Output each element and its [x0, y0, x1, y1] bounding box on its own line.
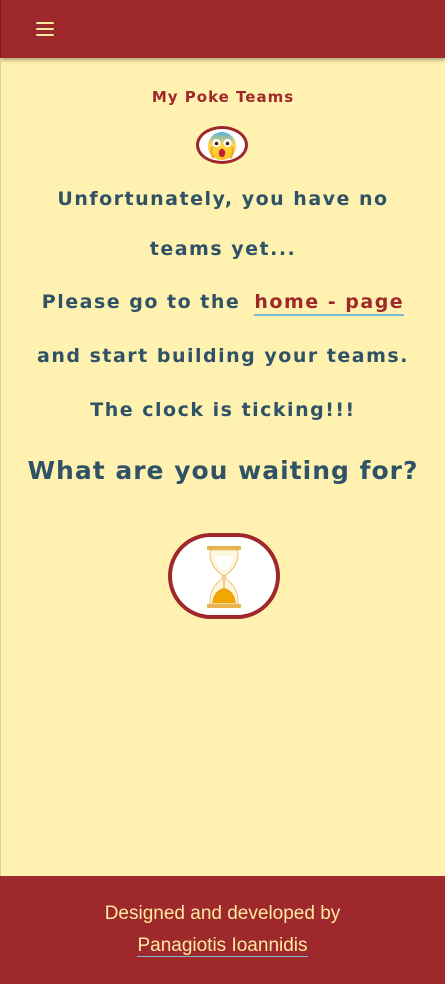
footer-credit-text: Designed and developed by — [104, 903, 341, 924]
emoji-badge — [196, 126, 248, 164]
screaming-face-emoji-icon — [208, 132, 236, 160]
hourglass-icon — [207, 546, 241, 608]
menu-bar-line — [36, 28, 54, 30]
top-app-bar — [0, 0, 445, 58]
hamburger-menu-icon[interactable] — [34, 19, 56, 39]
page-footer: Designed and developed by Panagiotis Ioa… — [0, 876, 445, 984]
author-link[interactable]: Panagiotis Ioannidis — [137, 935, 308, 957]
page-title: My Poke Teams — [151, 88, 295, 106]
message-line-6: What are you waiting for? — [27, 456, 419, 485]
message-line-2: teams yet... — [149, 238, 297, 260]
message-line-1: Unfortunately, you have no — [57, 188, 389, 210]
home-page-link[interactable]: home - page — [254, 291, 405, 316]
hourglass-badge — [168, 533, 280, 619]
menu-bar-line — [36, 34, 54, 36]
main-content: My Poke Teams Unfortunately, you have no… — [0, 58, 445, 876]
footer-author-line: Panagiotis Ioannidis — [0, 935, 445, 957]
message-line-5: The clock is ticking!!! — [90, 399, 356, 421]
menu-bar-line — [36, 22, 54, 24]
message-line-3-prefix: Please go to the — [41, 291, 241, 313]
message-line-3: Please go to the home - page — [1, 291, 445, 316]
message-line-4: and start building your teams. — [37, 345, 409, 367]
